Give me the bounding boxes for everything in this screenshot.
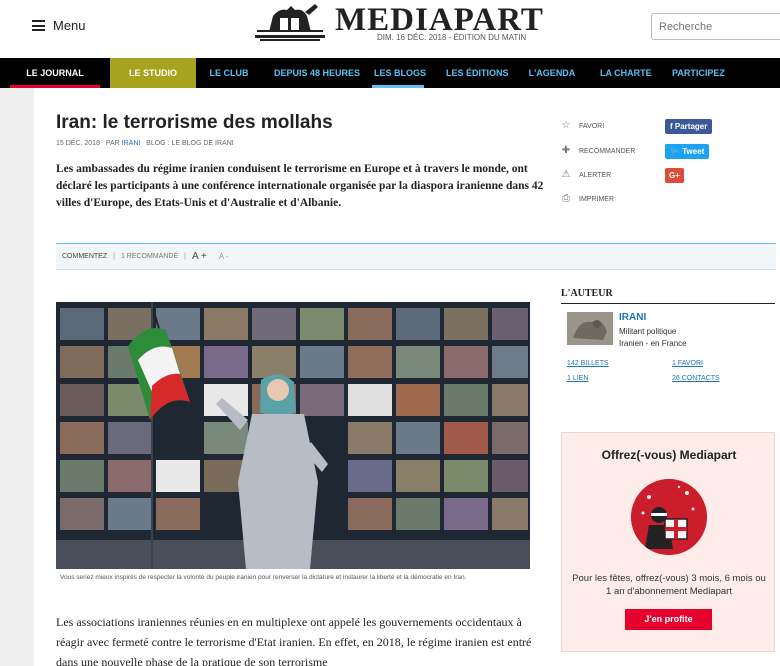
article-meta: 15 DÉC. 2018 PAR IRANI BLOG : LE BLOG DE… [56,140,234,147]
promo-text: Pour les fêtes, offrez(-vous) 3 mois, 6 … [572,573,766,597]
facebook-share-label: Partager [674,121,708,131]
nav-agenda[interactable]: L'AGENDA [516,58,588,88]
font-decrease-button[interactable]: A - [213,252,235,261]
facebook-share-button[interactable]: f Partager [665,118,713,134]
gift-reader-icon [631,479,707,555]
mediapart-logo[interactable]: MEDIAPART DIM. 16 DÉC. 2018 - ÉDITION DU… [255,2,565,52]
author-avatar[interactable] [567,312,613,345]
nav-participez[interactable]: PARTICIPEZ [660,58,780,88]
nav-depuis-48-heures[interactable]: DEPUIS 48 HEURES [262,58,362,88]
twitter-share-button[interactable]: 🐦 Tweet [665,143,710,159]
printer-icon: ⎙ [562,193,570,204]
article-title: Iran: le terrorisme des mollahs [56,112,333,133]
photo-caption: Vous seriez mieux inspirés de respecter … [60,574,467,581]
google-plus-share-button[interactable]: G+ [665,167,684,183]
font-increase-button[interactable]: A + [186,251,213,262]
article-lead: Les ambassades du régime iranien conduis… [56,163,544,209]
recommander-label: RECOMMANDER [579,147,636,155]
promo-box: Offrez(-vous) Mediapart Pour les fêtes, … [561,432,775,652]
commentez-link[interactable]: COMMENTEZ [56,253,113,260]
lien-link[interactable]: 1 LIEN [567,375,588,382]
promo-cta-button[interactable]: J'en profite [625,609,712,630]
twitter-share-label: Tweet [682,146,705,156]
contacts-link[interactable]: 26 CONTACTS [672,375,720,382]
alert-icon: ⚠ [561,169,571,180]
article-toolbar: COMMENTEZ | 1 RECOMMANDÉ | A + A - [56,243,776,270]
nav-le-club[interactable]: LE CLUB [196,58,262,88]
article-date: 15 DÉC. 2018 [56,140,100,147]
nav-le-studio[interactable]: LE STUDIO [110,58,196,88]
divider [561,303,775,304]
menu-button[interactable]: Menu [32,18,86,33]
edition-date: DIM. 16 DÉC. 2018 - ÉDITION DU MATIN [377,33,527,42]
imprimer-action[interactable]: ⎙ IMPRIMER [561,189,721,209]
conference-photo-image [56,302,530,569]
favori-action[interactable]: ☆ FAVORI f Partager [561,116,721,136]
nav-les-blogs[interactable]: LES BLOGS [362,58,434,88]
nav-le-journal[interactable]: LE JOURNAL [0,58,110,88]
imprimer-label: IMPRIMER [579,195,614,203]
recommander-action[interactable]: ✚ RECOMMANDER 🐦 Tweet [561,141,721,161]
author-name-link[interactable]: IRANI [619,312,646,323]
article-par: PAR [105,140,120,147]
billets-link[interactable]: 142 BILLETS [567,360,609,367]
page-gutter [0,88,34,666]
author-desc-line: Iranien - en France [619,339,687,348]
author-section-title: L'AUTEUR [561,288,613,299]
menu-label: Menu [53,18,86,33]
plus-icon: ✚ [561,145,571,156]
author-block: L'AUTEUR IRANI Militant politique Iranie… [561,288,775,382]
nav-les-editions[interactable]: LES ÉDITIONS [434,58,516,88]
logo-rooster-icon [255,4,325,41]
site-header: Menu MEDIAPART DIM. 16 DÉC. 2018 - ÉDITI… [0,0,780,58]
author-desc-line: Militant politique [619,327,677,336]
favori-label: FAVORI [579,122,605,130]
promo-title: Offrez(-vous) Mediapart [601,448,737,462]
alerter-label: ALERTER [579,171,612,179]
hamburger-icon [32,20,45,31]
article-blog[interactable]: BLOG : LE BLOG DE IRANI [146,140,234,147]
search-input[interactable] [651,13,780,40]
nav-la-charte[interactable]: LA CHARTE [588,58,660,88]
author-avatar-image [567,312,613,345]
article-photo [56,302,530,569]
article-body: Les associations iraniennes réunies en e… [56,615,532,666]
alerter-action[interactable]: ⚠ ALERTER G+ [561,165,721,185]
recommande-count[interactable]: 1 RECOMMANDÉ [115,253,184,260]
article-author-link[interactable]: IRANI [122,140,141,147]
star-icon: ☆ [561,120,571,131]
main-nav: LE JOURNAL LE STUDIO LE CLUB DEPUIS 48 H… [0,58,780,88]
favori-count-link[interactable]: 1 FAVORI [672,360,703,367]
author-description: Militant politique Iranien - en France [619,326,769,350]
